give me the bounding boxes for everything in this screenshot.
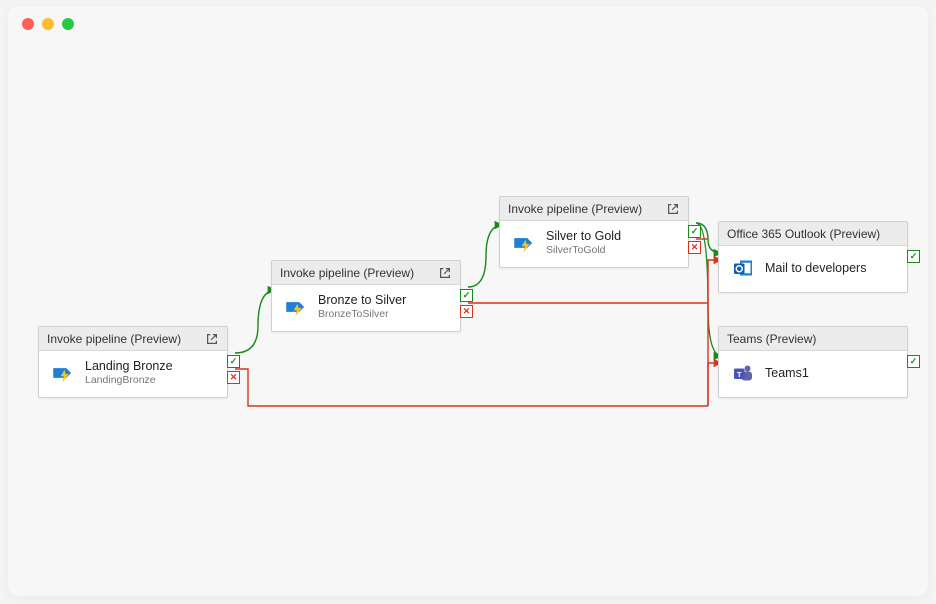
node-subtitle: LandingBronze <box>85 374 173 387</box>
pipeline-icon <box>510 229 538 257</box>
node-title: Landing Bronze <box>85 359 173 374</box>
pipeline-icon <box>49 359 77 387</box>
node-subtitle: BronzeToSilver <box>318 308 406 321</box>
fail-port[interactable] <box>460 305 473 318</box>
node-body: Silver to Gold SilverToGold <box>500 221 688 267</box>
node-header: Invoke pipeline (Preview) <box>39 327 227 351</box>
success-port[interactable] <box>907 250 920 263</box>
app-window: Invoke pipeline (Preview) Landing Bronze… <box>8 6 928 596</box>
success-port[interactable] <box>460 289 473 302</box>
fail-port[interactable] <box>688 241 701 254</box>
teams-icon: T <box>729 359 757 387</box>
pipeline-icon <box>282 293 310 321</box>
node-header: Office 365 Outlook (Preview) <box>719 222 907 246</box>
outlook-icon <box>729 254 757 282</box>
node-body: Mail to developers <box>719 246 907 292</box>
node-teams[interactable]: Teams (Preview) T Teams1 <box>718 326 908 398</box>
fail-port[interactable] <box>227 371 240 384</box>
node-landing-bronze[interactable]: Invoke pipeline (Preview) Landing Bronze… <box>38 326 228 398</box>
node-subtitle: SilverToGold <box>546 244 621 257</box>
node-header: Teams (Preview) <box>719 327 907 351</box>
node-header-label: Office 365 Outlook (Preview) <box>727 227 880 241</box>
node-header: Invoke pipeline (Preview) <box>500 197 688 221</box>
node-title: Silver to Gold <box>546 229 621 244</box>
success-port[interactable] <box>227 355 240 368</box>
node-header-label: Invoke pipeline (Preview) <box>508 202 642 216</box>
node-body: Landing Bronze LandingBronze <box>39 351 227 397</box>
node-bronze-to-silver[interactable]: Invoke pipeline (Preview) Bronze to Silv… <box>271 260 461 332</box>
node-header: Invoke pipeline (Preview) <box>272 261 460 285</box>
node-title: Teams1 <box>765 366 809 381</box>
node-body: Bronze to Silver BronzeToSilver <box>272 285 460 331</box>
node-header-label: Invoke pipeline (Preview) <box>280 266 414 280</box>
node-header-label: Teams (Preview) <box>727 332 816 346</box>
pipeline-canvas[interactable]: Invoke pipeline (Preview) Landing Bronze… <box>8 6 928 596</box>
node-body: T Teams1 <box>719 351 907 397</box>
node-outlook[interactable]: Office 365 Outlook (Preview) Mail to dev… <box>718 221 908 293</box>
success-port[interactable] <box>688 225 701 238</box>
success-port[interactable] <box>907 355 920 368</box>
node-silver-to-gold[interactable]: Invoke pipeline (Preview) Silver to Gold… <box>499 196 689 268</box>
open-external-icon[interactable] <box>438 266 452 280</box>
node-header-label: Invoke pipeline (Preview) <box>47 332 181 346</box>
open-external-icon[interactable] <box>666 202 680 216</box>
open-external-icon[interactable] <box>205 332 219 346</box>
node-title: Mail to developers <box>765 261 866 276</box>
svg-text:T: T <box>737 370 742 379</box>
node-title: Bronze to Silver <box>318 293 406 308</box>
